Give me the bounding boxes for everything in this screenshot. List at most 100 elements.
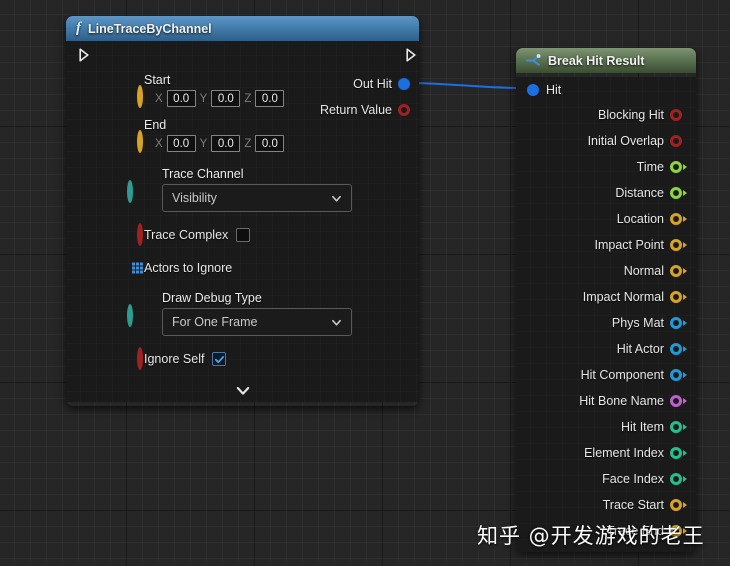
trace-channel-dropdown[interactable]: Visibility (162, 184, 352, 212)
ignore-self-checkbox[interactable] (212, 352, 227, 366)
output-pin-icon[interactable] (670, 135, 687, 147)
start-y-input[interactable]: 0.0 (211, 90, 241, 107)
struct-pin-hit[interactable] (527, 83, 539, 96)
output-pin-row[interactable]: Normal (516, 258, 696, 284)
output-pin-row[interactable]: Hit Actor (516, 336, 696, 362)
input-row-hit: Hit (516, 77, 696, 102)
axis-label-z: Z (244, 137, 252, 150)
vector-fields-end: X 0.0 Y 0.0 Z 0.0 (144, 135, 409, 152)
output-pin-row[interactable]: Face Index (516, 466, 696, 492)
output-pin-icon[interactable] (670, 447, 687, 459)
input-label-actors-to-ignore: Actors to Ignore (144, 261, 233, 275)
end-x-input[interactable]: 0.0 (166, 135, 196, 152)
enum-pin-trace-channel[interactable] (127, 180, 133, 203)
output-pin-icon[interactable] (670, 291, 687, 303)
chevron-down-icon (332, 195, 341, 202)
input-label-end: End (144, 118, 167, 132)
function-icon: f (76, 20, 81, 36)
input-row-draw-debug-type: Draw Debug Type For One Frame (66, 281, 419, 336)
output-pin-row[interactable]: Hit Component (516, 362, 696, 388)
output-pin-label: Phys Mat (611, 316, 664, 330)
output-pin-row[interactable]: Blocking Hit (516, 102, 696, 128)
output-pin-icon[interactable] (670, 213, 687, 225)
axis-label-z: Z (244, 92, 252, 105)
axis-label-y: Y (199, 137, 208, 150)
draw-debug-type-value: For One Frame (172, 315, 258, 329)
output-pin-label: Hit Component (580, 368, 664, 382)
output-pin-icon[interactable] (670, 369, 687, 381)
vector-fields-start: X 0.0 Y 0.0 Z 0.0 (144, 90, 409, 107)
input-row-ignore-self: Ignore Self (66, 346, 419, 372)
output-pin-row[interactable]: Trace Start (516, 492, 696, 518)
output-pin-icon[interactable] (670, 187, 687, 199)
chevron-down-icon (236, 386, 249, 395)
output-pin-icon[interactable] (670, 421, 687, 433)
output-pin-row[interactable]: Hit Bone Name (516, 388, 696, 414)
output-pin-row[interactable]: Initial Overlap (516, 128, 696, 154)
vector-pin-start[interactable] (137, 85, 143, 108)
node-body-break-hit-result: Hit Blocking Hit Initial Overlap Time Dista… (516, 77, 696, 552)
expand-chevron-button[interactable] (66, 380, 419, 402)
output-pin-icon[interactable] (670, 109, 687, 121)
output-pin-row[interactable]: Impact Normal (516, 284, 696, 310)
output-pin-icon[interactable] (670, 161, 687, 173)
start-x-input[interactable]: 0.0 (166, 90, 196, 107)
node-title-bar-line-trace[interactable]: f LineTraceByChannel (66, 16, 419, 41)
output-pin-icon[interactable] (670, 473, 687, 485)
array-pin-actors-to-ignore[interactable] (132, 262, 143, 274)
node-break-hit-result[interactable]: Break Hit Result Hit Blocking Hit Initial… (516, 48, 696, 552)
output-pin-label: Face Index (602, 472, 664, 486)
node-body-line-trace: Out Hit Return Value Start X 0.0 Y 0.0 Z… (66, 41, 419, 402)
input-label-draw-debug-type: Draw Debug Type (162, 291, 262, 305)
node-title-bar-break-hit-result[interactable]: Break Hit Result (516, 48, 696, 73)
boolean-pin-ignore-self[interactable] (137, 347, 143, 370)
output-pin-icon[interactable] (670, 317, 687, 329)
input-row-start: Start X 0.0 Y 0.0 Z 0.0 (66, 69, 419, 109)
output-pin-label: Impact Normal (582, 290, 664, 304)
output-pin-label: Impact Point (594, 238, 664, 252)
output-pin-row[interactable]: Distance (516, 180, 696, 206)
boolean-pin-trace-complex[interactable] (137, 223, 143, 246)
output-pin-row[interactable]: Location (516, 206, 696, 232)
output-pin-label: Hit Bone Name (579, 394, 664, 408)
trace-channel-value: Visibility (172, 191, 217, 205)
input-label-hit: Hit (546, 82, 562, 97)
input-label-trace-channel: Trace Channel (162, 167, 244, 181)
output-pin-icon[interactable] (670, 499, 687, 511)
input-label-ignore-self: Ignore Self (144, 352, 205, 366)
end-y-input[interactable]: 0.0 (211, 135, 241, 152)
trace-complex-checkbox[interactable] (236, 228, 251, 242)
end-z-input[interactable]: 0.0 (255, 135, 285, 152)
input-row-actors-to-ignore: Actors to Ignore (66, 255, 419, 281)
output-pin-row[interactable]: Element Index (516, 440, 696, 466)
input-row-trace-channel: Trace Channel Visibility (66, 154, 419, 212)
output-pin-row[interactable]: Impact Point (516, 232, 696, 258)
node-title-label: Break Hit Result (548, 53, 645, 68)
output-pin-label: Blocking Hit (598, 108, 664, 122)
output-pin-icon[interactable] (670, 265, 687, 277)
vector-pin-end[interactable] (137, 130, 143, 153)
axis-label-y: Y (199, 92, 208, 105)
break-struct-icon (526, 54, 541, 66)
output-pin-label: Trace Start (602, 498, 664, 512)
output-pin-icon[interactable] (670, 395, 687, 407)
check-icon (214, 355, 225, 363)
input-label-start: Start (144, 73, 171, 87)
output-pin-row[interactable]: Hit Item (516, 414, 696, 440)
output-pin-label: Time (636, 160, 664, 174)
enum-pin-draw-debug-type[interactable] (127, 304, 133, 327)
exec-pin-row (66, 41, 419, 69)
output-pin-row[interactable]: Phys Mat (516, 310, 696, 336)
input-row-trace-complex: Trace Complex (66, 222, 419, 248)
blueprint-graph-canvas[interactable]: f LineTraceByChannel Out Hit Return Valu… (0, 0, 730, 566)
node-line-trace-by-channel[interactable]: f LineTraceByChannel Out Hit Return Valu… (66, 16, 419, 406)
output-pin-label: Normal (623, 264, 664, 278)
output-pin-label: Hit Actor (616, 342, 664, 356)
draw-debug-type-dropdown[interactable]: For One Frame (162, 308, 352, 336)
output-pin-icon[interactable] (670, 239, 687, 251)
output-pin-row[interactable]: Time (516, 154, 696, 180)
axis-label-x: X (155, 137, 163, 150)
start-z-input[interactable]: 0.0 (255, 90, 285, 107)
output-pin-icon[interactable] (670, 343, 687, 355)
input-row-end: End X 0.0 Y 0.0 Z 0.0 (66, 109, 419, 154)
